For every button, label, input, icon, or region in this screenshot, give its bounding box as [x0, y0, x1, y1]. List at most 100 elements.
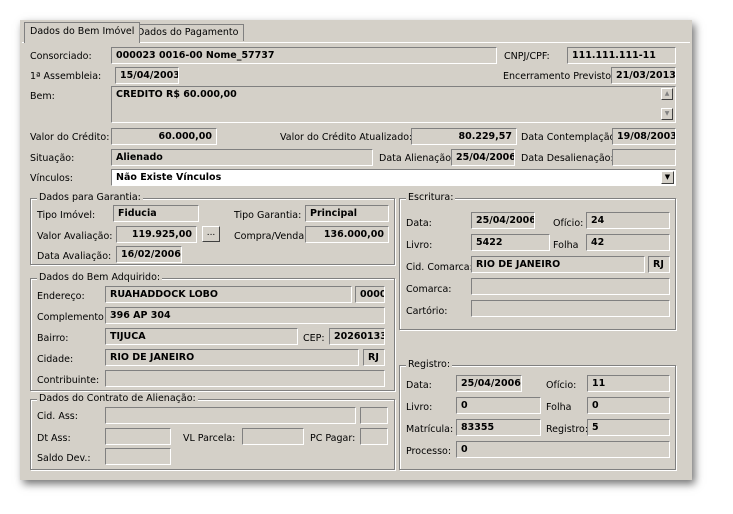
data-alienacao-label: Data Alienação:: [379, 153, 455, 164]
registro-title: Registro:: [406, 359, 453, 371]
tab-dados-pagamento[interactable]: Dados do Pagamento: [131, 24, 245, 41]
consorciado-label: Consorciado:: [30, 51, 92, 62]
valor-credito-label: Valor do Crédito:: [30, 132, 110, 143]
vinculos-label: Vínculos:: [30, 173, 74, 184]
saldo-dev-label: Saldo Dev.:: [37, 453, 91, 464]
bem-value: CREDITO R$ 60.000,00: [116, 89, 237, 100]
contribuinte-label: Contribuinte:: [37, 375, 100, 386]
situacao-label: Situação:: [30, 153, 75, 164]
garantia-title: Dados para Garantia:: [37, 192, 143, 204]
registro-numero-label: Registro:: [546, 424, 589, 435]
escritura-oficio-field[interactable]: 24: [586, 212, 670, 229]
cidade-field[interactable]: RIO DE JANEIRO: [105, 349, 359, 366]
cid-ass-field[interactable]: [105, 407, 356, 424]
bem-adquirido-title: Dados do Bem Adquirido:: [37, 272, 163, 284]
tipo-imovel-label: Tipo Imóvel:: [37, 210, 96, 221]
dt-ass-label: Dt Ass:: [37, 433, 71, 444]
vl-parcela-field[interactable]: [242, 428, 304, 445]
escritura-oficio-label: Ofício:: [553, 218, 584, 229]
matricula-field[interactable]: 83355: [456, 419, 541, 436]
processo-field[interactable]: 0: [456, 441, 670, 458]
bem-textarea[interactable]: CREDITO R$ 60.000,00: [111, 86, 676, 123]
encerramento-label: Encerramento Previsto:: [503, 71, 615, 82]
assembleia-field[interactable]: 15/04/2003: [115, 67, 179, 84]
valor-atualizado-field[interactable]: 80.229,57: [411, 128, 517, 145]
escritura-livro-label: Livro:: [406, 240, 433, 251]
vinculos-select[interactable]: Não Existe Vínculos: [111, 169, 676, 186]
registro-livro-field[interactable]: 0: [456, 397, 541, 414]
encerramento-field[interactable]: 21/03/2013: [611, 67, 676, 84]
cartorio-field[interactable]: [471, 300, 670, 317]
data-avaliacao-label: Data Avaliação:: [37, 251, 112, 262]
registro-data-field[interactable]: 25/04/2006: [456, 375, 522, 392]
consorciado-field[interactable]: 000023 0016-00 Nome_57737: [111, 47, 497, 64]
registro-numero-field[interactable]: 5: [587, 419, 670, 436]
dropdown-arrow-icon[interactable]: ▼: [661, 171, 674, 184]
valor-credito-field[interactable]: 60.000,00: [111, 128, 217, 145]
escritura-data-field[interactable]: 25/04/2006: [471, 212, 535, 229]
cid-comarca-field[interactable]: RIO DE JANEIRO: [471, 256, 645, 273]
endereco-field[interactable]: RUAHADDOCK LOBO: [105, 286, 352, 303]
escritura-title: Escritura:: [406, 192, 456, 204]
valor-avaliacao-label: Valor Avaliação:: [37, 231, 113, 242]
escritura-livro-field[interactable]: 5422: [471, 234, 550, 251]
numero-field[interactable]: 0000: [355, 286, 385, 303]
tipo-imovel-field[interactable]: Fiducia: [113, 205, 199, 222]
compra-venda-field[interactable]: 136.000,00: [305, 226, 389, 243]
data-contemplacao-field[interactable]: 19/08/2003: [612, 128, 676, 145]
complemento-field[interactable]: 396 AP 304: [105, 307, 385, 324]
bairro-field[interactable]: TIJUCA: [105, 328, 298, 345]
tab-dados-bem-imovel[interactable]: Dados do Bem Imóvel: [24, 22, 141, 43]
vinculos-value: Não Existe Vínculos: [116, 172, 222, 183]
valor-avaliacao-field[interactable]: 119.925,00: [116, 226, 197, 243]
contrato-title: Dados do Contrato de Alienação:: [37, 393, 198, 405]
bem-label: Bem:: [30, 91, 55, 102]
registro-folha-label: Folha: [546, 402, 572, 413]
compra-venda-label: Compra/Venda:: [234, 231, 308, 242]
tipo-garantia-field[interactable]: Principal: [305, 205, 389, 222]
escritura-folha-field[interactable]: 42: [586, 234, 670, 251]
cep-field[interactable]: 20260133: [329, 328, 385, 345]
form-panel: Dados do Bem Imóvel Dados do Pagamento C…: [20, 20, 692, 480]
cnpj-field[interactable]: 111.111.111-11: [567, 47, 676, 64]
registro-folha-field[interactable]: 0: [587, 397, 670, 414]
data-alienacao-field[interactable]: 25/04/2006: [451, 149, 515, 166]
processo-label: Processo:: [406, 446, 452, 457]
bairro-label: Bairro:: [37, 333, 69, 344]
cid-ass-label: Cid. Ass:: [37, 411, 78, 422]
scroll-up-arrow-icon[interactable]: ▲: [661, 88, 673, 100]
situacao-field[interactable]: Alienado: [111, 149, 373, 166]
registro-livro-label: Livro:: [406, 402, 433, 413]
data-desalienacao-field[interactable]: [612, 149, 676, 166]
scroll-down-arrow-icon[interactable]: ▼: [661, 108, 673, 120]
registro-data-label: Data:: [406, 380, 432, 391]
matricula-label: Matrícula:: [406, 424, 454, 435]
data-avaliacao-field[interactable]: 16/02/2006: [116, 246, 182, 263]
complemento-label: Complemento:: [37, 312, 108, 323]
uf-field[interactable]: RJ: [363, 349, 385, 366]
vl-parcela-label: VL Parcela:: [183, 433, 236, 444]
registro-oficio-field[interactable]: 11: [587, 375, 670, 392]
registro-oficio-label: Ofício:: [546, 380, 577, 391]
saldo-dev-field[interactable]: [105, 448, 171, 465]
cid-comarca-label: Cid. Comarca:: [406, 262, 473, 273]
cartorio-label: Cartório:: [406, 306, 448, 317]
comarca-field[interactable]: [471, 278, 670, 295]
assembleia-label: 1ª Assembleia:: [30, 71, 102, 82]
escritura-folha-label: Folha: [553, 240, 579, 251]
dt-ass-field[interactable]: [105, 428, 171, 445]
cidade-label: Cidade:: [37, 354, 74, 365]
data-contemplacao-label: Data Contemplação:: [521, 132, 619, 143]
comarca-label: Comarca:: [406, 284, 452, 295]
contribuinte-field[interactable]: [105, 370, 385, 387]
pc-pagar-field[interactable]: [360, 428, 388, 445]
escritura-data-label: Data:: [406, 218, 432, 229]
cid-ass-uf-field[interactable]: [360, 407, 388, 424]
data-desalienacao-label: Data Desalienação:: [521, 153, 614, 164]
tipo-garantia-label: Tipo Garantia:: [234, 210, 302, 221]
cnpj-label: CNPJ/CPF:: [504, 51, 550, 62]
valor-atualizado-label: Valor do Crédito Atualizado:: [280, 132, 413, 143]
cid-comarca-uf-field[interactable]: RJ: [648, 256, 670, 273]
endereco-label: Endereço:: [37, 291, 85, 302]
ellipsis-button[interactable]: ...: [202, 226, 220, 242]
